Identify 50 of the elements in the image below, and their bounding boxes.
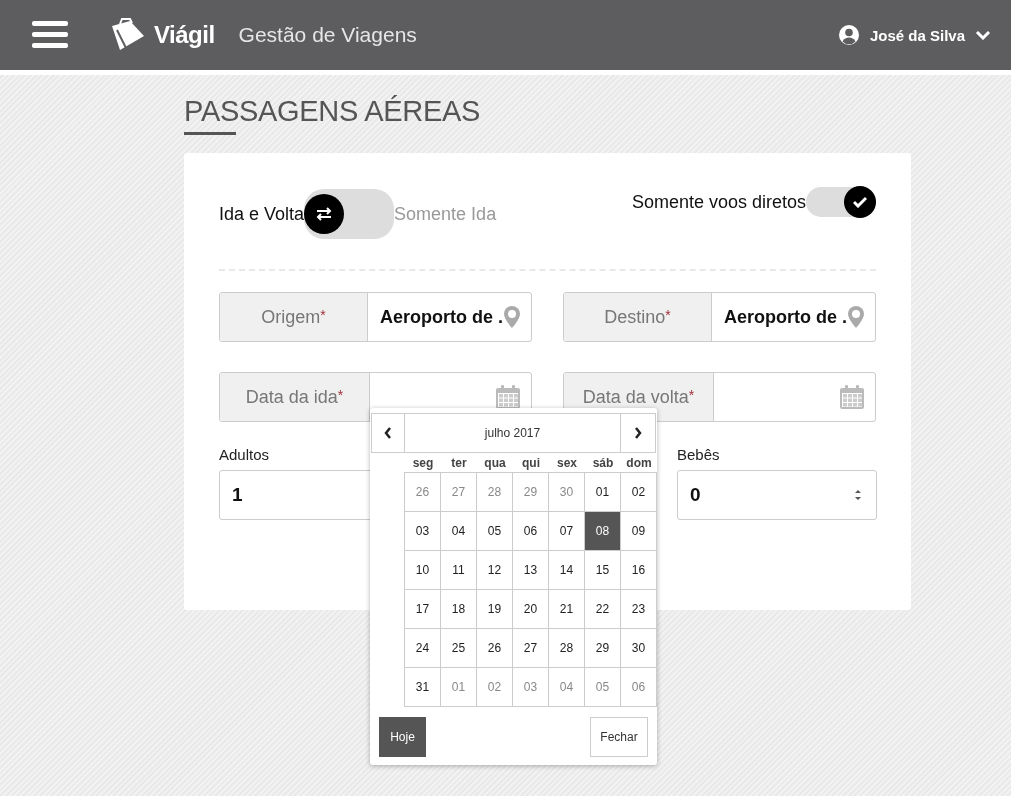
- today-button[interactable]: Hoje: [379, 717, 426, 757]
- required-mark: *: [320, 307, 326, 323]
- airport-field[interactable]: Origem* Aeroporto de .: [219, 292, 532, 342]
- menu-icon[interactable]: [32, 21, 68, 49]
- field-value: Aeroporto de .: [380, 306, 503, 328]
- trip-type-toggle[interactable]: [304, 189, 395, 239]
- calendar-day[interactable]: 08: [584, 511, 621, 551]
- calendar-day[interactable]: 06: [620, 667, 657, 707]
- calendar-day[interactable]: 02: [620, 472, 657, 512]
- direct-flights-label: Somente voos diretos: [631, 191, 806, 213]
- chevron-right-icon[interactable]: [634, 427, 642, 439]
- trip-option[interactable]: Ida e Volta: [219, 203, 305, 225]
- weekday-label: dom: [625, 455, 653, 472]
- required-mark: *: [337, 387, 344, 403]
- map-pin-icon: [847, 305, 865, 329]
- passenger-label: Bebês: [677, 446, 721, 463]
- weekday-label: sáb: [591, 455, 615, 472]
- calendar-day[interactable]: 26: [404, 472, 441, 512]
- map-pin-icon: [503, 305, 521, 329]
- previous-month-button[interactable]: [371, 413, 405, 453]
- page-title: PASSAGENS AÉREAS: [184, 95, 481, 128]
- weekday-label: ter: [450, 455, 468, 472]
- chevron-left-icon[interactable]: [384, 427, 392, 439]
- weekday-label: qua: [483, 455, 507, 472]
- calendar-day[interactable]: 31: [404, 667, 441, 707]
- weekday-label: qui: [521, 455, 541, 472]
- airport-field[interactable]: Destino* Aeroporto de .: [563, 292, 876, 342]
- direct-flights-toggle[interactable]: [806, 187, 876, 217]
- close-button[interactable]: Fechar: [590, 717, 648, 757]
- app-subtitle: Gestão de Viagens: [238, 23, 417, 47]
- month-title: julho 2017: [405, 413, 620, 453]
- passenger-count-field[interactable]: 0: [677, 470, 877, 520]
- checkmark-icon[interactable]: [844, 186, 876, 218]
- next-month-button[interactable]: [620, 413, 656, 453]
- user-avatar-icon[interactable]: [837, 24, 860, 46]
- field-value: Aeroporto de .: [724, 306, 847, 328]
- field-label: Origem: [261, 306, 321, 328]
- brand-name: Viágil: [154, 21, 215, 49]
- field-label: Data da ida: [245, 386, 338, 408]
- weekday-label: seg: [411, 455, 435, 472]
- chevron-down-icon[interactable]: [975, 30, 991, 40]
- swap-icon[interactable]: [304, 194, 345, 234]
- weekday-label: sex: [556, 455, 578, 472]
- required-mark: *: [665, 307, 671, 323]
- user-name[interactable]: José da Silva: [869, 26, 965, 44]
- spinner-arrows-icon[interactable]: [854, 488, 862, 502]
- passenger-label: Adultos: [219, 446, 271, 463]
- required-mark: *: [688, 387, 695, 403]
- field-label: Data da volta: [582, 386, 689, 408]
- field-label: Destino: [604, 306, 666, 328]
